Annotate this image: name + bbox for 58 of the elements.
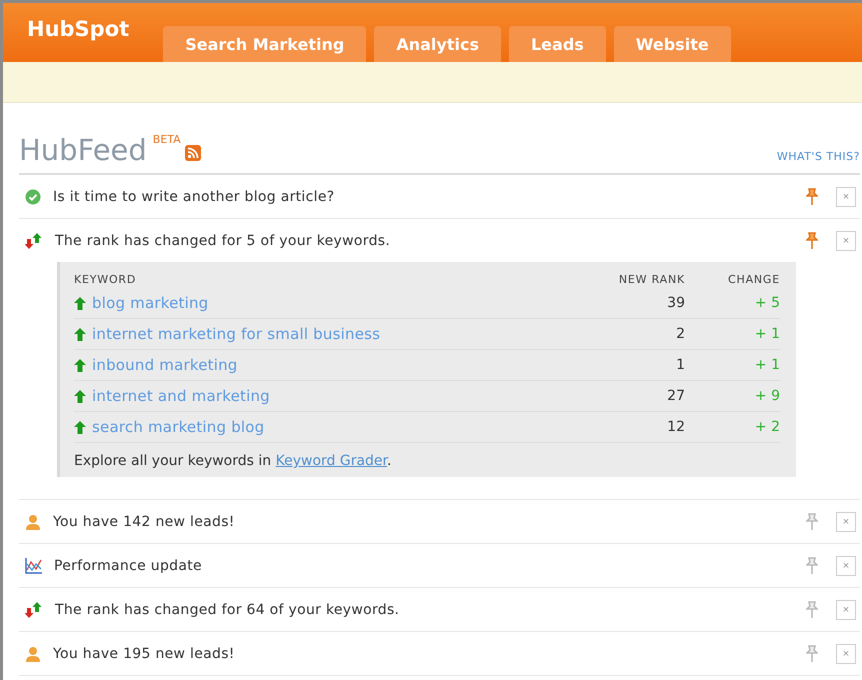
rank-cell-text: 27 [666, 388, 685, 404]
nav-tab[interactable]: Website [614, 26, 731, 62]
keyword-link[interactable]: search marketing blog [92, 418, 264, 436]
column-header: NEW RANK [618, 272, 685, 286]
feed-item-text: You have 142 new leads! [53, 514, 236, 530]
pin-icon[interactable] [806, 232, 818, 249]
pin-icon[interactable] [806, 645, 818, 662]
close-button[interactable]: × [836, 186, 856, 206]
rank-cell-text: 1 [675, 357, 685, 373]
keyword-link[interactable]: internet marketing for small business [92, 325, 380, 343]
column-header: CHANGE [727, 272, 780, 286]
feed-title: HubFeed [19, 133, 147, 167]
up-down-arrows-icon [25, 602, 43, 618]
keyword-grader-link[interactable]: Keyword Grader [276, 453, 388, 469]
change-cell-text: + 9 [754, 388, 780, 404]
rank-cell-text: 39 [666, 295, 685, 311]
feed-item-text: The rank has changed for 5 of your keywords. [55, 232, 392, 248]
change-cell-text: + 5 [754, 295, 780, 311]
table-footer-text: Explore all your keywords in Keyword Grader. [74, 453, 392, 469]
pin-icon[interactable] [806, 188, 818, 205]
change-cell-text: + 1 [754, 357, 780, 373]
close-button[interactable]: × [836, 556, 856, 576]
person-icon [25, 646, 41, 662]
rank-cell-text: 12 [666, 419, 685, 435]
beta-label: BETA [152, 133, 181, 146]
up-arrow-icon [74, 296, 86, 310]
close-button[interactable]: × [836, 644, 856, 664]
feed-item-text: Is it time to write another blog article? [53, 188, 336, 204]
close-button[interactable]: × [836, 600, 856, 620]
keyword-link[interactable]: internet and marketing [92, 387, 270, 405]
check-icon [25, 188, 41, 204]
nav-tab[interactable]: Search Marketing [163, 26, 366, 62]
close-button[interactable]: × [836, 230, 856, 250]
keyword-link[interactable]: inbound marketing [92, 356, 238, 374]
pin-icon[interactable] [806, 513, 818, 530]
column-header: KEYWORD [74, 272, 138, 286]
up-arrow-icon [74, 358, 86, 372]
pin-icon[interactable] [806, 557, 818, 574]
chart-icon [25, 558, 42, 574]
feed-item-text: The rank has changed for 64 of your keywords. [55, 602, 400, 618]
pin-icon[interactable] [806, 601, 818, 618]
up-arrow-icon [74, 420, 86, 434]
nav-tab[interactable]: Analytics [374, 26, 501, 62]
feed-item-text: You have 195 new leads! [53, 646, 236, 662]
rank-cell-text: 2 [675, 326, 685, 342]
up-arrow-icon [74, 328, 86, 340]
hubspot-logo[interactable]: HubSpot [27, 17, 130, 41]
feed-item-text: Performance update [54, 558, 203, 574]
change-cell-text: + 2 [754, 419, 780, 435]
whats-this-link[interactable]: WHAT'S THIS? [776, 150, 860, 163]
nav-tab[interactable]: Leads [508, 26, 606, 62]
up-arrow-icon [74, 390, 86, 402]
close-button[interactable]: × [836, 512, 856, 532]
change-cell-text: + 1 [754, 326, 780, 342]
up-down-arrows-icon [25, 232, 43, 248]
person-icon [25, 514, 41, 530]
rss-icon[interactable] [184, 145, 201, 161]
keyword-link[interactable]: blog marketing [92, 294, 208, 312]
